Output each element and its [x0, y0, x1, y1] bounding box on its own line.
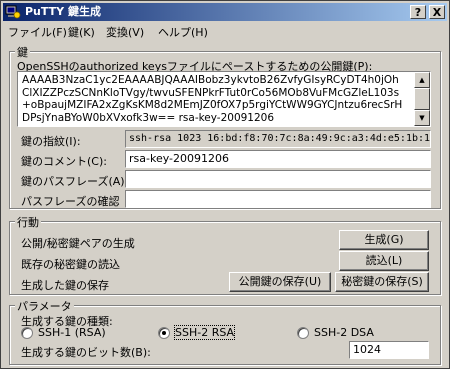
passphrase-label: 鍵のパスフレーズ(A):	[21, 175, 129, 188]
confirm-passphrase-field[interactable]	[125, 190, 431, 208]
save-label: 生成した鍵の保存	[21, 279, 109, 292]
load-button[interactable]: 読込(L)	[339, 251, 429, 271]
menu-key[interactable]: 鍵(K)	[68, 24, 95, 40]
fingerprint-label: 鍵の指紋(I):	[21, 135, 81, 148]
generate-label: 公開/秘密鍵ペアの生成	[21, 237, 135, 250]
menu-file[interactable]: ファイル(F)	[8, 24, 67, 40]
generate-button[interactable]: 生成(G)	[339, 230, 429, 250]
save-private-key-button[interactable]: 秘密鍵の保存(S)	[335, 272, 429, 292]
menu-help[interactable]: ヘルプ(H)	[158, 24, 208, 40]
menu-bar: ファイル(F) 鍵(K) 変換(V) ヘルプ(H)	[3, 22, 447, 40]
load-label: 既存の秘密鍵の読込	[21, 258, 120, 271]
menu-convert[interactable]: 変換(V)	[106, 24, 144, 40]
radio-ssh2-rsa-label[interactable]: SSH-2 RSA	[173, 325, 236, 340]
public-key-textbox[interactable]: AAAAB3NzaC1yc2EAAAABJQAAAIBobz3ykvtoB26Z…	[17, 71, 431, 127]
radio-ssh2-dsa[interactable]	[297, 327, 309, 339]
key-bits-field[interactable]: 1024	[349, 341, 429, 359]
save-public-key-button[interactable]: 公開鍵の保存(U)	[229, 272, 331, 292]
help-button[interactable]: ?	[410, 5, 426, 19]
actions-group-title: 行動	[15, 214, 41, 230]
passphrase-field[interactable]	[125, 170, 431, 188]
key-bits-label: 生成する鍵のビット数(B):	[21, 346, 151, 359]
public-key-scrollbar[interactable]: ▲ ▼	[414, 72, 430, 126]
window-title: PuTTY 鍵生成	[25, 5, 101, 18]
scroll-thumb[interactable]	[414, 88, 430, 110]
radio-ssh2-dsa-label[interactable]: SSH-2 DSA	[314, 326, 374, 339]
radio-ssh2-rsa[interactable]	[158, 327, 170, 339]
scroll-up-icon[interactable]: ▲	[414, 72, 430, 88]
putty-keygen-icon	[5, 5, 21, 19]
radio-ssh1-rsa[interactable]	[21, 327, 33, 339]
radio-ssh1-rsa-label[interactable]: SSH-1 (RSA)	[38, 326, 106, 339]
scroll-down-icon[interactable]: ▼	[414, 110, 430, 126]
radio-selected-dot	[162, 331, 166, 335]
comment-field[interactable]: rsa-key-20091206	[125, 150, 431, 168]
confirm-passphrase-label: パスフレーズの確認	[21, 195, 120, 208]
close-button[interactable]: X	[429, 5, 445, 19]
putty-keygen-window: PuTTY 鍵生成 ? X ファイル(F) 鍵(K) 変換(V) ヘルプ(H) …	[0, 0, 450, 369]
parameters-group-title: パラメータ	[15, 298, 74, 314]
public-key-text: AAAAB3NzaC1yc2EAAAABJQAAAIBobz3ykvtoB26Z…	[22, 74, 403, 124]
fingerprint-field[interactable]: ssh-rsa 1023 16:bd:f8:70:7c:8a:49:9c:a3:…	[125, 130, 431, 148]
comment-label: 鍵のコメント(C):	[21, 155, 107, 168]
title-bar[interactable]: PuTTY 鍵生成 ? X	[3, 3, 447, 21]
